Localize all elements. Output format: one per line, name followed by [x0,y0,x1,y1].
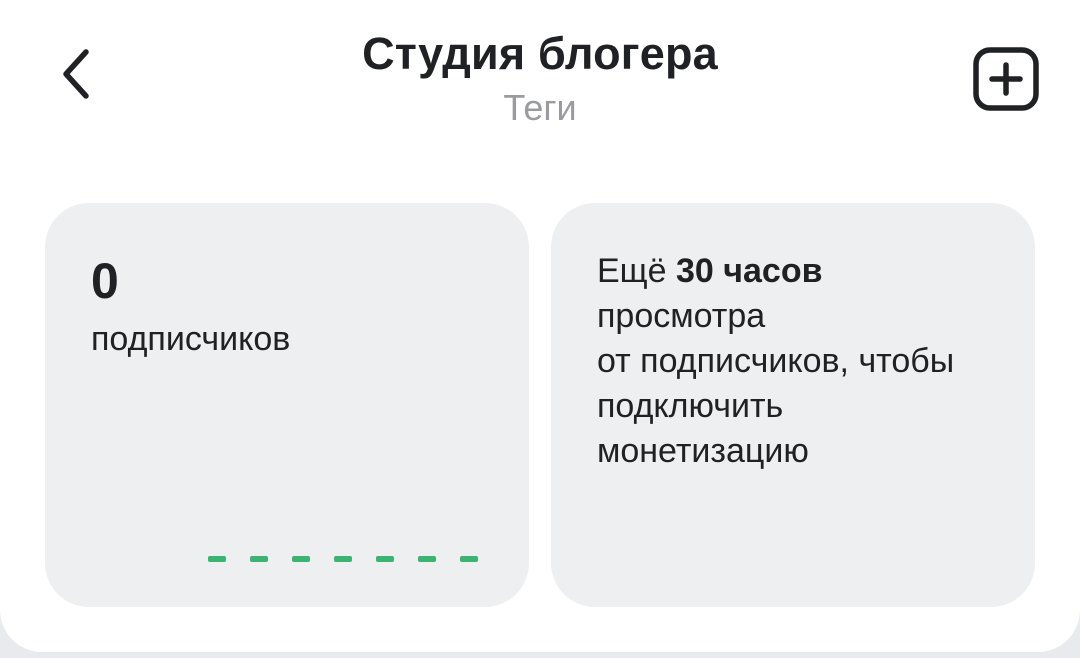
subscribers-count: 0 [91,253,119,309]
monetization-line: монетизацию [597,432,809,470]
chevron-left-icon [63,49,89,99]
sparkline-dash [460,556,478,562]
sparkline-dash [418,556,436,562]
studio-screen: Студия блогера Теги 0 подписчиков Ещё 30… [0,0,1080,652]
page-subtitle: Теги [503,87,577,128]
monetization-hours: 30 часов [676,252,823,290]
monetization-text: Ещё 30 часов просмотра от подписчиков, ч… [597,249,1017,474]
sparkline-dash [334,556,352,562]
monetization-line: от подписчиков, чтобы [597,342,955,380]
monetization-card[interactable]: Ещё 30 часов просмотра от подписчиков, ч… [551,203,1035,607]
add-button[interactable] [972,46,1040,112]
subscribers-label: подписчиков [91,320,291,358]
sparkline-dash [376,556,394,562]
monetization-prefix: Ещё [597,252,677,290]
monetization-line: просмотра [597,297,766,335]
sparkline-dash [250,556,268,562]
page-title: Студия блогера [362,28,718,79]
subscribers-card[interactable]: 0 подписчиков [45,203,529,607]
back-button[interactable] [44,36,108,112]
subscribers-sparkline [208,556,502,562]
header: Студия блогера Теги [240,26,840,130]
sparkline-dash [208,556,226,562]
sparkline-dash [292,556,310,562]
plus-square-icon [973,47,1039,111]
monetization-line: подключить [597,387,784,425]
